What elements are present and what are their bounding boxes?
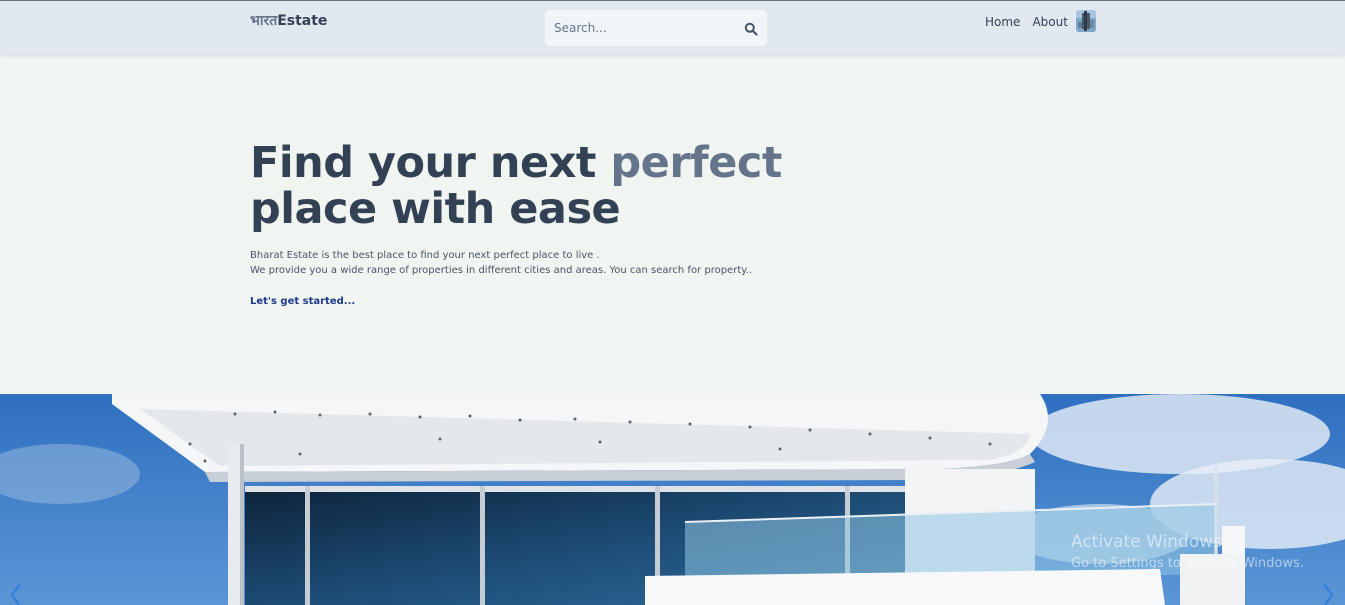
logo-part-hindi: भारत bbox=[250, 13, 278, 29]
watermark-subtitle: Go to Settings to activate Windows. bbox=[1071, 556, 1304, 571]
search-icon[interactable] bbox=[744, 21, 758, 36]
hero-title-accent: perfect bbox=[610, 138, 782, 188]
watermark-title: Activate Windows bbox=[1071, 532, 1222, 552]
hero-title: Find your next perfect place with ease bbox=[250, 140, 810, 232]
listing-image-slider bbox=[0, 394, 1345, 605]
logo-part-estate: Estate bbox=[277, 13, 328, 29]
hero-description-line2: We provide you a wide range of propertie… bbox=[250, 265, 753, 276]
nav-link-about[interactable]: About bbox=[1032, 13, 1067, 31]
house-photo bbox=[0, 394, 1345, 605]
nav-link-home[interactable]: Home bbox=[985, 13, 1020, 31]
slider-prev-icon[interactable] bbox=[4, 584, 26, 605]
hero-description: Bharat Estate is the best place to find … bbox=[250, 248, 850, 278]
search-form bbox=[545, 10, 767, 46]
site-header: भारतEstate Home About bbox=[0, 1, 1345, 55]
slider-next-icon[interactable] bbox=[1320, 584, 1342, 605]
get-started-link[interactable]: Let's get started... bbox=[250, 296, 355, 307]
hero-description-line1: Bharat Estate is the best place to find … bbox=[250, 250, 600, 261]
hero-title-start: Find your next bbox=[250, 138, 611, 188]
main-nav: Home About bbox=[985, 11, 1080, 33]
site-logo[interactable]: भारतEstate bbox=[250, 12, 327, 30]
profile-avatar[interactable] bbox=[1076, 10, 1096, 32]
windows-activation-watermark: Activate Windows Go to Settings to activ… bbox=[1071, 532, 1304, 573]
hero-title-line2: place with ease bbox=[250, 184, 621, 234]
search-input[interactable] bbox=[554, 19, 734, 37]
